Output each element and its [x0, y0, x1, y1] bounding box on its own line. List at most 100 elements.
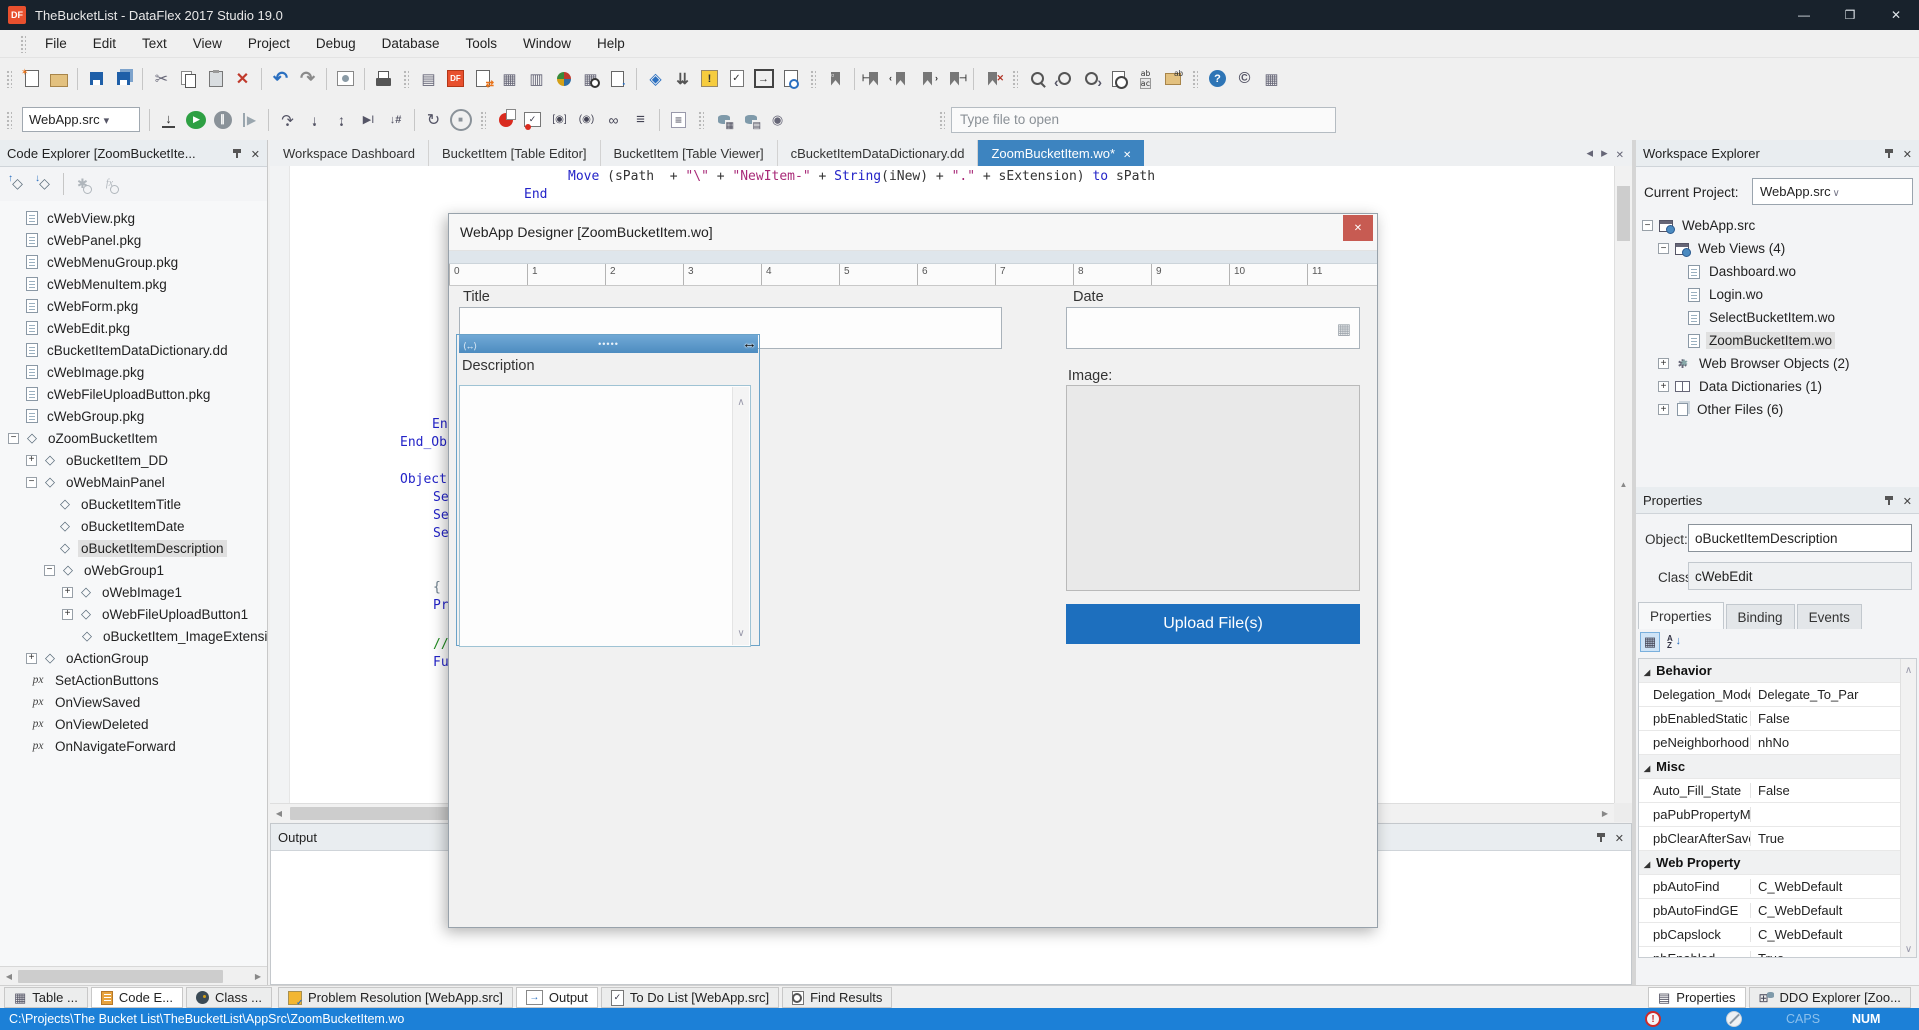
tab-todo-list[interactable]: To Do List [WebApp.src] — [601, 987, 779, 1008]
bookmark-clear-icon[interactable] — [979, 66, 1006, 92]
pin-icon[interactable] — [232, 148, 243, 159]
tree-item[interactable]: cWebFileUploadButton.pkg — [0, 383, 267, 405]
tree-item[interactable]: oBucketItem_DD — [0, 449, 267, 471]
tree-item[interactable]: Login.wo — [1636, 283, 1919, 306]
set-next-statement-icon[interactable] — [382, 107, 409, 133]
tab-zoombucketitem-active[interactable]: ZoomBucketItem.wo* — [978, 140, 1144, 166]
tree-item-selected[interactable]: oBucketItemDescription — [0, 537, 267, 559]
table-viewer-icon[interactable] — [523, 66, 550, 92]
tab-cbucketitemdatadictionary[interactable]: cBucketItemDataDictionary.dd — [778, 140, 979, 166]
tree-item[interactable]: oBucketItemTitle — [0, 493, 267, 515]
menu-text[interactable]: Text — [129, 36, 180, 51]
dialog-close-button[interactable] — [1343, 215, 1373, 241]
tree-item[interactable]: cWebForm.pkg — [0, 295, 267, 317]
expand-icon[interactable] — [26, 455, 37, 466]
bookmark-prev-icon[interactable] — [887, 66, 914, 92]
tab-scroll-right-icon[interactable] — [1601, 145, 1608, 161]
find-icon[interactable] — [1024, 66, 1051, 92]
scroll-up-icon[interactable] — [737, 393, 744, 408]
tree-item[interactable]: Other Files (6) — [1636, 398, 1919, 421]
watches-icon[interactable] — [573, 107, 600, 133]
description-textarea[interactable] — [459, 385, 751, 647]
tab-class-palette[interactable]: Class ... — [186, 987, 272, 1008]
open-file-input[interactable] — [951, 107, 1336, 133]
tab-binding[interactable]: Binding — [1726, 604, 1795, 629]
property-row[interactable]: peNeighborhoodnhNo — [1639, 731, 1916, 755]
menu-edit[interactable]: Edit — [80, 36, 129, 51]
tab-ddo-explorer[interactable]: DDO Explorer [Zoo... — [1749, 987, 1911, 1008]
pause-icon[interactable] — [209, 107, 236, 133]
tree-item[interactable]: oBucketItemDate — [0, 515, 267, 537]
tab-problem-resolution[interactable]: Problem Resolution [WebApp.src] — [278, 987, 513, 1008]
property-category[interactable]: Behavior — [1639, 659, 1916, 683]
scroll-down-icon[interactable] — [737, 624, 744, 639]
tree-item[interactable]: OnViewSaved — [0, 691, 267, 713]
object-input[interactable] — [1688, 524, 1912, 552]
database-builder-icon[interactable] — [496, 66, 523, 92]
calendar-icon[interactable] — [1337, 320, 1351, 338]
expand-icon[interactable] — [62, 609, 73, 620]
sort-up-icon[interactable] — [4, 171, 31, 197]
tree-item[interactable]: oZoomBucketItem — [0, 427, 267, 449]
tree-item[interactable]: oActionGroup — [0, 647, 267, 669]
help-icon[interactable] — [1204, 66, 1231, 92]
textarea-scrollbar[interactable] — [732, 387, 749, 645]
toolbar-grip[interactable] — [1192, 70, 1198, 88]
toolbar-grip[interactable] — [939, 111, 945, 129]
sort-down-icon[interactable] — [31, 171, 58, 197]
menu-grip[interactable] — [20, 35, 26, 53]
tab-code-explorer[interactable]: Code E... — [91, 987, 183, 1008]
property-row[interactable]: Auto_Fill_StateFalse — [1639, 779, 1916, 803]
tree-item[interactable]: cWebImage.pkg — [0, 361, 267, 383]
selected-control-handle[interactable]: ••••• ↔ — [459, 335, 758, 353]
tab-properties[interactable]: Properties — [1638, 602, 1724, 629]
web-services-icon[interactable] — [764, 107, 791, 133]
menu-debug[interactable]: Debug — [303, 36, 369, 51]
stop-icon[interactable] — [447, 107, 474, 133]
scroll-right-icon[interactable] — [249, 967, 267, 985]
undo-icon[interactable] — [267, 66, 294, 92]
collapse-icon[interactable] — [1642, 220, 1653, 231]
todo-check-icon[interactable] — [723, 66, 750, 92]
tree-item[interactable]: OnViewDeleted — [0, 713, 267, 735]
paste-icon[interactable] — [202, 66, 229, 92]
breakpoints-window-icon[interactable] — [519, 107, 546, 133]
locals-icon[interactable] — [546, 107, 573, 133]
tree-item[interactable]: SetActionButtons — [0, 669, 267, 691]
collapse-icon[interactable] — [1658, 243, 1669, 254]
close-panel-icon[interactable] — [1903, 146, 1912, 161]
property-row[interactable]: pbAutoFindGEC_WebDefault — [1639, 899, 1916, 923]
close-button[interactable] — [1873, 0, 1919, 30]
toolbar-grip[interactable] — [6, 111, 12, 129]
designer-form[interactable]: Title Date ••••• ↔ Description Image: Up… — [449, 286, 1377, 927]
replace-icon[interactable] — [1132, 66, 1159, 92]
tab-find-results[interactable]: Find Results — [782, 987, 892, 1008]
categorized-icon[interactable] — [1640, 632, 1660, 652]
tree-item[interactable]: cWebMenuItem.pkg — [0, 273, 267, 295]
minimize-button[interactable] — [1781, 0, 1827, 30]
tab-bucketitem-table-editor[interactable]: BucketItem [Table Editor] — [429, 140, 601, 166]
about-icon[interactable] — [1231, 66, 1258, 92]
tree-item[interactable]: Dashboard.wo — [1636, 260, 1919, 283]
restart-icon[interactable] — [420, 107, 447, 133]
view-panels-icon[interactable] — [415, 66, 442, 92]
replace-in-files-icon[interactable] — [1159, 66, 1186, 92]
toolbar-grip[interactable] — [480, 111, 486, 129]
call-stack-icon[interactable] — [627, 107, 654, 133]
tree-item[interactable]: Web Views (4) — [1636, 237, 1919, 260]
new-file-icon[interactable] — [18, 66, 45, 92]
tree-item[interactable]: cWebView.pkg — [0, 207, 267, 229]
deploy-icon[interactable] — [642, 66, 669, 92]
file-properties-icon[interactable] — [604, 66, 631, 92]
toolbar-grip[interactable] — [403, 70, 409, 88]
maximize-button[interactable] — [1827, 0, 1873, 30]
find-file-icon[interactable] — [777, 66, 804, 92]
save-all-icon[interactable] — [110, 66, 137, 92]
save-icon[interactable] — [83, 66, 110, 92]
vertical-scrollbar[interactable] — [1614, 166, 1632, 803]
pin-icon[interactable] — [1884, 148, 1895, 159]
units-icon[interactable] — [1258, 66, 1285, 92]
property-row[interactable]: pbClearAfterSaveTrue — [1639, 827, 1916, 851]
tab-table[interactable]: Table ... — [4, 987, 88, 1008]
menu-view[interactable]: View — [180, 36, 235, 51]
